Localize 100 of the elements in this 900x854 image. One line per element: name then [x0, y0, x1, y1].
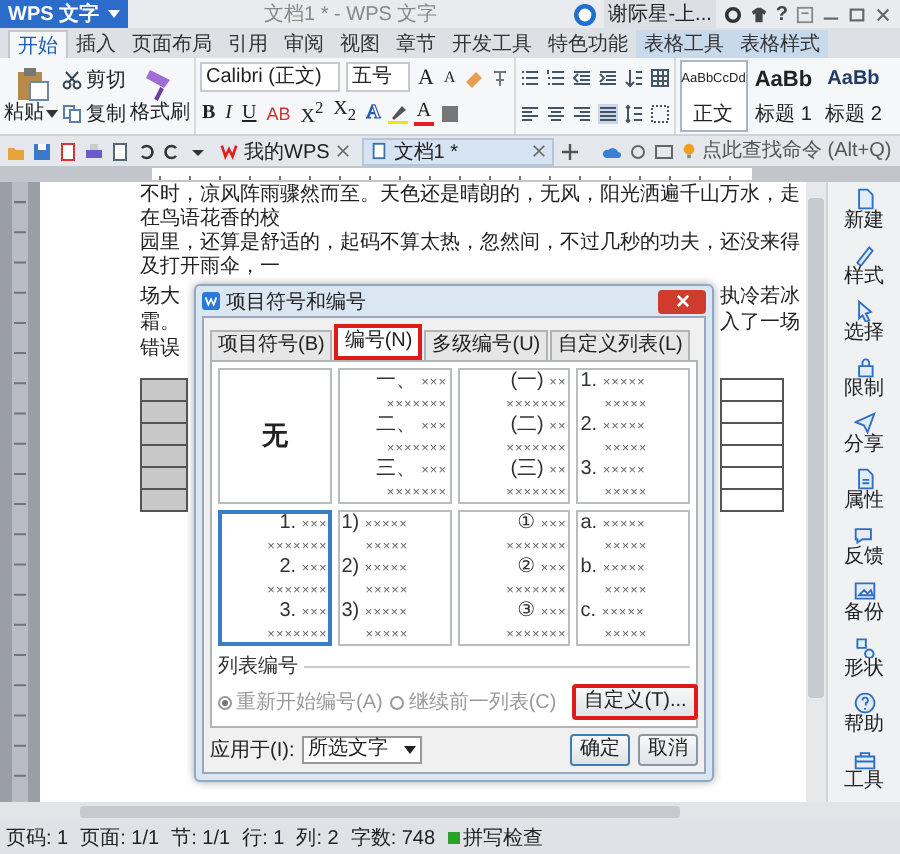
- sidebar-button[interactable]: 形状: [828, 630, 900, 686]
- lock-icon: [853, 356, 875, 378]
- app-icon: [202, 292, 220, 310]
- shirt-icon[interactable]: [749, 5, 768, 23]
- dialog-tab[interactable]: 自定义列表(L): [550, 330, 691, 360]
- sort-icon[interactable]: [623, 68, 644, 88]
- grow-font-button[interactable]: A: [416, 65, 436, 90]
- ribbon-tab[interactable]: 开始: [8, 30, 68, 58]
- table-icon[interactable]: [649, 68, 670, 88]
- format-button[interactable]: X$^{2}$: [298, 96, 326, 130]
- paper-plane-icon: [853, 412, 875, 434]
- window-icon[interactable]: [654, 141, 674, 161]
- ribbon-tab[interactable]: 插入: [68, 30, 124, 58]
- bullet-list-icon[interactable]: [519, 68, 540, 88]
- ribbon-tab[interactable]: 开发工具: [444, 30, 540, 58]
- user-account-button[interactable]: 谢际星-上...: [604, 0, 716, 28]
- format-painter-button[interactable]: 格式刷: [130, 66, 190, 126]
- decrease-indent-icon[interactable]: [571, 68, 592, 88]
- sidebar-button[interactable]: 新建: [828, 182, 900, 238]
- status-text: 行: 1: [242, 826, 285, 852]
- dialog-tab[interactable]: 项目符号(B): [210, 330, 333, 360]
- format-button[interactable]: U: [240, 101, 259, 126]
- style-preset[interactable]: AaBb 标题 1: [749, 60, 818, 132]
- maximize-icon[interactable]: [848, 5, 866, 23]
- align-right-icon[interactable]: [571, 104, 592, 124]
- ok-button[interactable]: 确定: [570, 734, 630, 766]
- sidebar-button[interactable]: 分享: [828, 406, 900, 462]
- cancel-button[interactable]: 取消: [638, 734, 698, 766]
- body-text: 不时，凉风阵雨骤然而至。天色还是晴朗的，无风，阳光洒遍千山万水，走在鸟语花香的校: [140, 184, 802, 231]
- spell-check-toggle[interactable]: 拼写检查: [447, 824, 544, 852]
- command-search-field[interactable]: 点此查找命令 (Alt+Q): [680, 140, 894, 162]
- ribbon-tab[interactable]: 引用: [220, 30, 276, 58]
- sidebar-button[interactable]: 样式: [828, 238, 900, 294]
- ribbon-tab[interactable]: 视图: [332, 30, 388, 58]
- numbered-list-icon[interactable]: [545, 68, 566, 88]
- ribbon-tab[interactable]: 表格工具: [636, 30, 732, 58]
- redo-icon[interactable]: [162, 141, 182, 161]
- format-button[interactable]: A: [414, 101, 434, 126]
- paste-button[interactable]: 粘贴: [4, 66, 58, 126]
- cut-button[interactable]: 剪切: [62, 65, 126, 93]
- document-icon: [853, 468, 875, 490]
- borders-icon[interactable]: [649, 104, 670, 124]
- close-icon[interactable]: [531, 144, 546, 158]
- scrollbar[interactable]: [806, 182, 826, 802]
- status-text: 列: 2: [296, 826, 339, 852]
- ribbon-tab[interactable]: 审阅: [276, 30, 332, 58]
- document-tab[interactable]: 文档1 *: [361, 137, 554, 165]
- dialog-tab[interactable]: 多级编号(U): [424, 330, 549, 360]
- app-menu-button[interactable]: WPS 文字: [0, 0, 128, 28]
- numbering-preview[interactable]: 无: [218, 368, 332, 504]
- ribbon-tab[interactable]: 表格样式: [732, 30, 828, 58]
- help-button[interactable]: ?: [775, 3, 788, 25]
- shading-icon[interactable]: [439, 103, 460, 124]
- status-text: 页面: 1/1: [80, 826, 160, 852]
- sidebar-button[interactable]: 工具: [828, 742, 900, 798]
- plus-icon[interactable]: [559, 141, 580, 161]
- align-left-icon[interactable]: [519, 104, 540, 124]
- caret-icon: [46, 110, 58, 118]
- sidebar-button[interactable]: 属性: [828, 462, 900, 518]
- sidebar-button[interactable]: 选择: [828, 294, 900, 350]
- scrollbar[interactable]: [0, 802, 900, 822]
- format-button[interactable]: AB: [264, 101, 293, 126]
- format-button[interactable]: I: [223, 101, 235, 126]
- sidebar-button[interactable]: 反馈: [828, 518, 900, 574]
- increase-indent-icon[interactable]: [597, 68, 618, 88]
- caret-icon: [404, 746, 417, 754]
- highlighter-icon[interactable]: [388, 103, 409, 124]
- close-icon[interactable]: [874, 5, 892, 23]
- line-spacing-icon[interactable]: [623, 104, 644, 124]
- ribbon-tab[interactable]: 页面布局: [124, 30, 220, 58]
- restore-ribbon-icon[interactable]: [796, 5, 814, 23]
- ribbon-tab[interactable]: 章节: [388, 30, 444, 58]
- table-cell: [720, 378, 784, 402]
- apply-to-dropdown[interactable]: 所选文字: [302, 736, 423, 764]
- shrink-font-button[interactable]: A: [441, 65, 458, 90]
- caret-icon: [107, 10, 120, 18]
- close-icon[interactable]: [335, 144, 350, 158]
- copy-button[interactable]: 复制: [62, 99, 126, 127]
- font-family-dropdown[interactable]: Calibri (正文): [200, 62, 340, 93]
- image-icon: [853, 580, 875, 602]
- table-cell: [720, 446, 784, 468]
- sidebar-button[interactable]: 限制: [828, 350, 900, 406]
- save-icon[interactable]: [32, 141, 52, 161]
- sidebar-button[interactable]: 备份: [828, 574, 900, 630]
- lightbulb-icon: [680, 142, 698, 160]
- format-button[interactable]: B: [200, 101, 218, 126]
- align-center-icon[interactable]: [545, 104, 566, 124]
- close-button[interactable]: [658, 289, 706, 313]
- style-preset[interactable]: AaBb 标题 2: [819, 60, 888, 132]
- ribbon-tab[interactable]: 特色功能: [540, 30, 636, 58]
- dialog-tab[interactable]: 编号(N): [334, 324, 423, 360]
- format-button[interactable]: X$_{2}$: [331, 98, 359, 129]
- document-tab[interactable]: 我的WPS: [214, 137, 356, 165]
- print-icon[interactable]: [84, 141, 104, 161]
- body-text: 场大: [140, 286, 180, 308]
- undo-icon[interactable]: [136, 141, 156, 161]
- justify-icon[interactable]: [597, 104, 618, 124]
- sidebar-button[interactable]: 帮助: [828, 686, 900, 742]
- customize-button[interactable]: 自定义(T)...: [572, 684, 699, 720]
- font-size-dropdown[interactable]: 五号: [346, 62, 410, 93]
